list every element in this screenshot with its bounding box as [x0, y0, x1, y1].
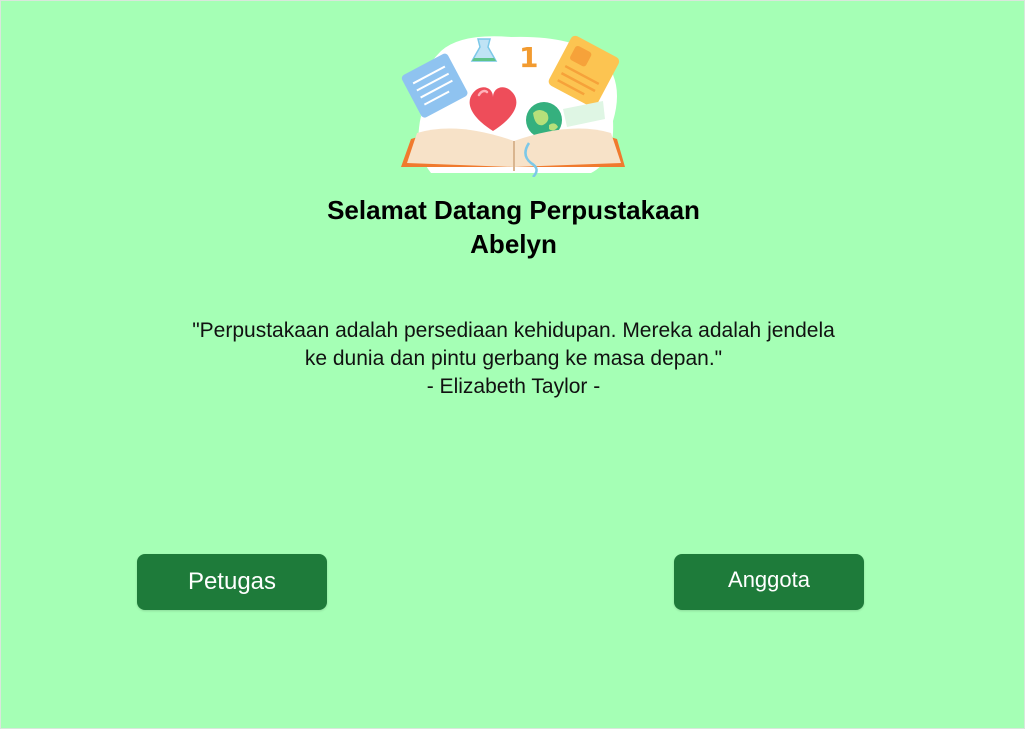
petugas-button[interactable]: Petugas [137, 554, 327, 610]
quote-line-1: "Perpustakaan adalah persediaan kehidupa… [192, 319, 835, 342]
svg-text:1: 1 [519, 41, 538, 74]
page-title-line-2: Abelyn [470, 229, 557, 259]
anggota-button[interactable]: Anggota [674, 554, 864, 610]
quote-block: "Perpustakaan adalah persediaan kehidupa… [1, 317, 1026, 401]
library-illustration-icon: 1 [401, 35, 625, 177]
page-title-line-1: Selamat Datang Perpustakaan [327, 195, 700, 225]
quote-line-2: ke dunia dan pintu gerbang ke masa depan… [304, 347, 723, 370]
anggota-button-label: Anggota [728, 567, 810, 592]
quote-author: - Elizabeth Taylor - [426, 375, 601, 398]
petugas-button-label: Petugas [187, 568, 277, 595]
page-title: Selamat Datang Perpustakaan Abelyn [1, 193, 1026, 261]
welcome-screen: 1 Selamat Datang Perpustakaan Abelyn "Pe… [0, 0, 1025, 729]
